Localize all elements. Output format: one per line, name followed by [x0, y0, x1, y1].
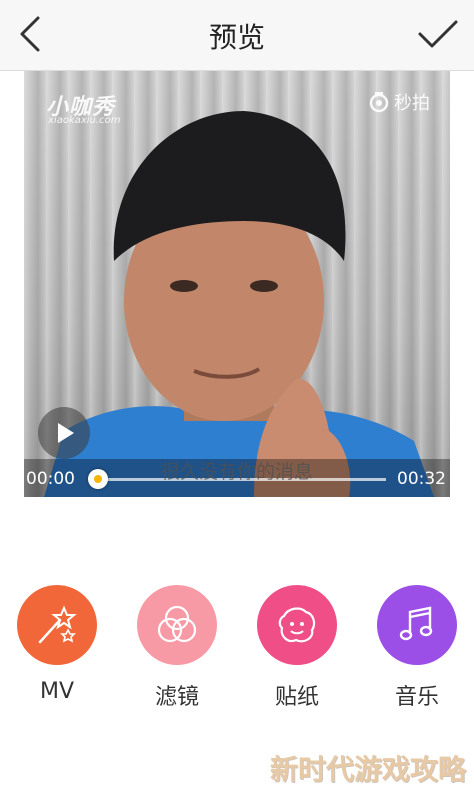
camera-icon [369, 92, 389, 113]
play-button[interactable] [38, 407, 90, 459]
video-preview[interactable]: 小咖秀 xiaokaxiu.com 秒拍 00:00 00:32 很久没有你的消… [24, 71, 450, 497]
tool-sticker-circle [257, 585, 337, 665]
miaopai-watermark: 秒拍 [368, 89, 430, 115]
app-watermark-url: xiaokaxiu.com [48, 115, 121, 126]
tool-mv-circle [17, 585, 97, 665]
magic-wand-icon [38, 605, 77, 644]
lyric-subtitle: 很久没有你的消息 [160, 461, 313, 483]
tool-filter-circle [137, 585, 217, 665]
tool-sticker[interactable]: 贴纸 [252, 585, 342, 711]
sticker-icon [278, 607, 316, 643]
tool-music-label: 音乐 [394, 685, 439, 710]
tool-filter-label: 滤镜 [154, 685, 199, 710]
top-bar: 预览 [0, 0, 474, 71]
tool-filter[interactable]: 滤镜 [132, 585, 222, 711]
miaopai-label: 秒拍 [394, 93, 430, 114]
tool-sticker-label: 贴纸 [274, 685, 319, 710]
site-watermark: 新时代游戏攻略 [269, 753, 466, 786]
tool-music[interactable]: 音乐 [372, 585, 462, 711]
tool-music-circle [377, 585, 457, 665]
tool-mv[interactable]: MV [12, 585, 102, 704]
play-icon [58, 423, 74, 443]
tool-mv-label: MV [39, 679, 75, 704]
edit-toolbar: MV 滤镜 贴纸 音乐 [0, 585, 474, 715]
checkmark-icon[interactable] [416, 14, 460, 54]
page-title: 预览 [208, 21, 265, 54]
filter-circles-icon [157, 605, 197, 643]
music-note-icon [399, 606, 433, 641]
